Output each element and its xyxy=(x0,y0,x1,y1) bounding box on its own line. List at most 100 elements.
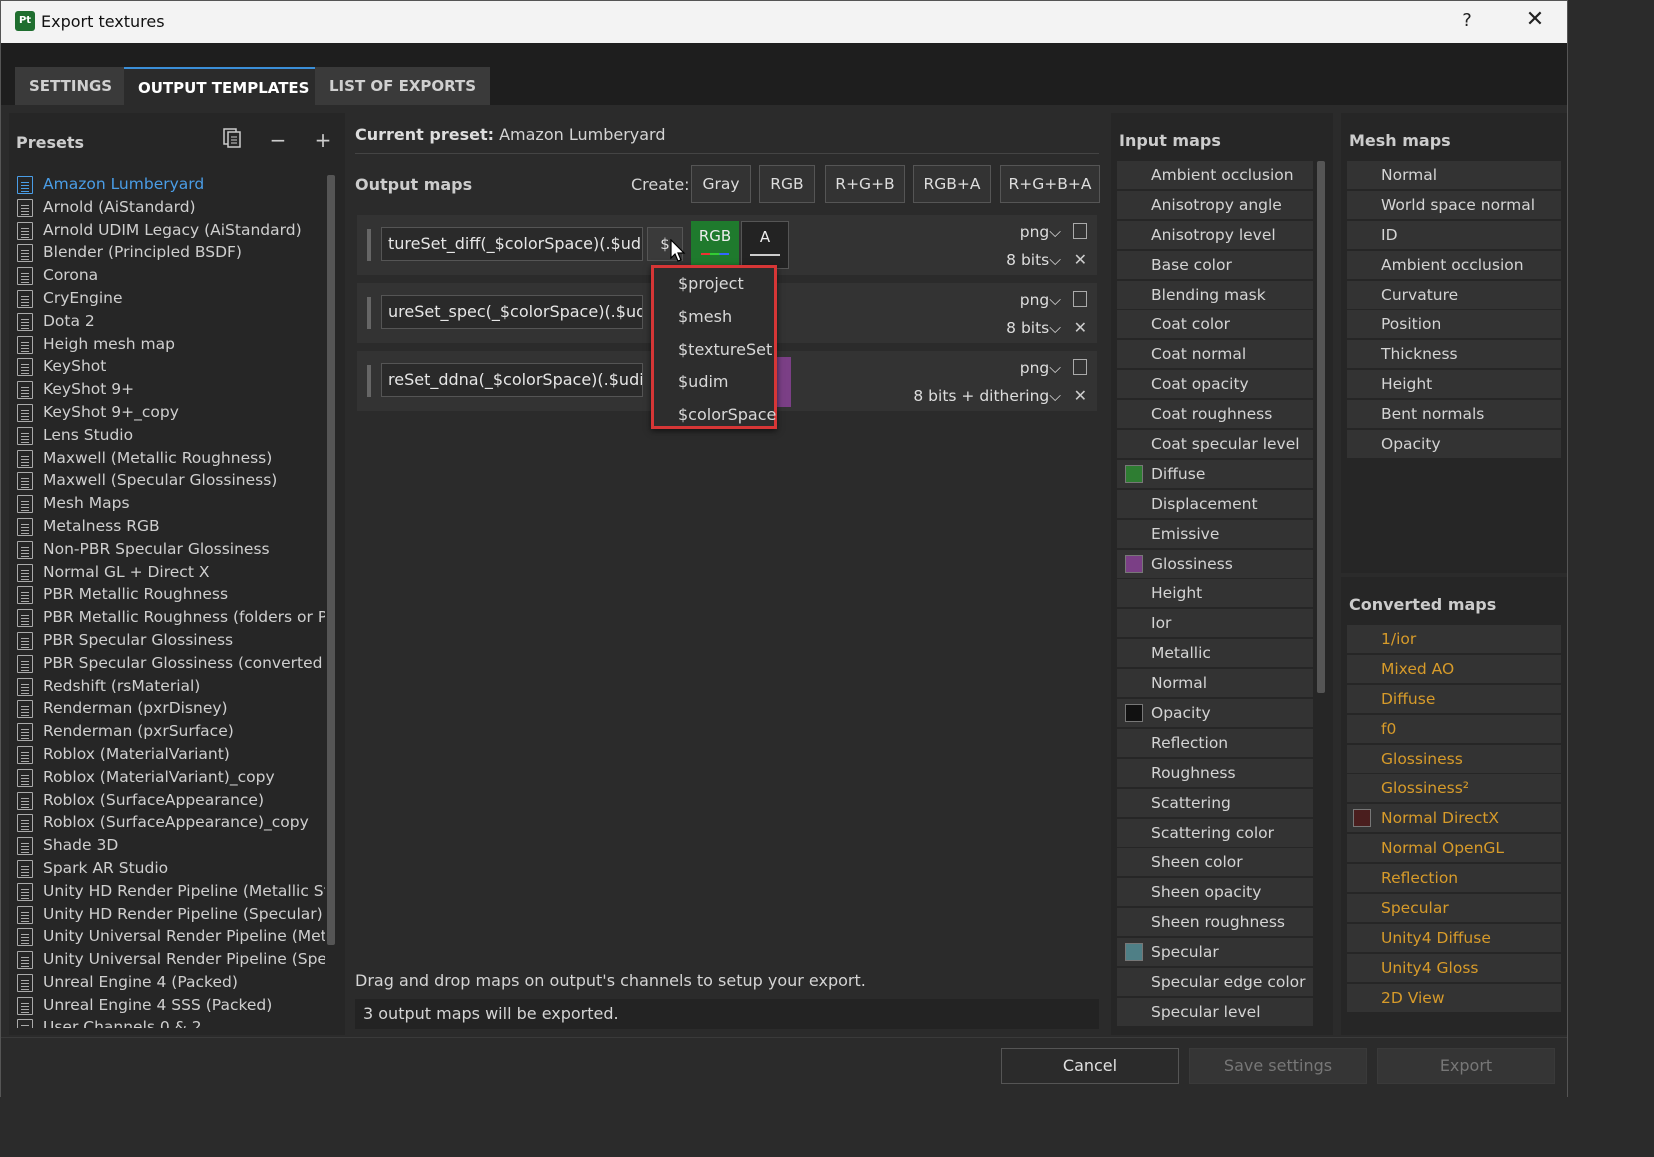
mesh-map-item[interactable]: Ambient occlusion xyxy=(1347,250,1561,279)
preset-item[interactable]: Arnold UDIM Legacy (AiStandard) xyxy=(15,219,325,242)
preset-item[interactable]: Maxwell (Specular Glossiness) xyxy=(15,469,325,492)
preset-item[interactable]: CryEngine xyxy=(15,287,325,310)
format-select[interactable]: png⌵ xyxy=(1020,291,1061,310)
bit-depth-select[interactable]: 8 bits⌵ xyxy=(1006,251,1061,270)
preset-item[interactable]: Roblox (MaterialVariant) xyxy=(15,743,325,766)
mesh-map-item[interactable]: Opacity xyxy=(1347,430,1561,459)
input-map-item[interactable]: Glossiness xyxy=(1117,549,1313,578)
tab-settings[interactable]: SETTINGS xyxy=(15,67,127,105)
mesh-map-item[interactable]: ID xyxy=(1347,220,1561,249)
input-map-item[interactable]: Anisotropy angle xyxy=(1117,190,1313,219)
file-settings-icon[interactable] xyxy=(1073,291,1087,307)
converted-map-item[interactable]: Mixed AO xyxy=(1347,654,1561,683)
input-map-item[interactable]: Ambient occlusion xyxy=(1117,161,1313,189)
channel-glossiness-indicator[interactable] xyxy=(777,357,791,407)
preset-item[interactable]: Roblox (MaterialVariant)_copy xyxy=(15,766,325,789)
create-rgb-button[interactable]: RGB xyxy=(759,165,815,203)
input-map-item[interactable]: Sheen roughness xyxy=(1117,908,1313,937)
input-maps-scrollbar[interactable] xyxy=(1317,161,1325,693)
preset-item[interactable]: Metalness RGB xyxy=(15,515,325,538)
output-filename-field[interactable]: tureSet_diff(_$colorSpace)(.$udim) xyxy=(381,227,643,261)
input-map-item[interactable]: Anisotropy level xyxy=(1117,220,1313,249)
create-r-g-b-button[interactable]: R+G+B xyxy=(825,165,905,203)
preset-item[interactable]: Mesh Maps xyxy=(15,492,325,515)
preset-item[interactable]: Unreal Engine 4 SSS (Packed) xyxy=(15,994,325,1017)
preset-item[interactable]: PBR Metallic Roughness xyxy=(15,583,325,606)
create-rgb-a-button[interactable]: RGB+A xyxy=(913,165,991,203)
channel-a[interactable]: A xyxy=(741,221,789,269)
converted-map-item[interactable]: Unity4 Gloss xyxy=(1347,953,1561,982)
input-map-item[interactable]: Sheen color xyxy=(1117,848,1313,877)
preset-item[interactable]: Dota 2 xyxy=(15,310,325,333)
drag-handle[interactable] xyxy=(367,229,371,261)
preset-item[interactable]: Unity Universal Render Pipeline (Spec... xyxy=(15,948,325,971)
preset-item[interactable]: Amazon Lumberyard xyxy=(15,173,325,196)
preset-item[interactable]: User Channels 0 & 2 xyxy=(15,1016,325,1028)
format-select[interactable]: png⌵ xyxy=(1020,359,1061,378)
remove-output-icon[interactable]: ✕ xyxy=(1074,250,1087,269)
add-preset-button[interactable]: + xyxy=(310,127,336,153)
input-map-item[interactable]: Roughness xyxy=(1117,758,1313,787)
menu-item-textureset[interactable]: $textureSet xyxy=(654,334,774,367)
remove-preset-button[interactable]: − xyxy=(265,127,291,153)
menu-item-mesh[interactable]: $mesh xyxy=(654,301,774,334)
preset-item[interactable]: Non-PBR Specular Glossiness xyxy=(15,538,325,561)
preset-item[interactable]: Roblox (SurfaceAppearance) xyxy=(15,789,325,812)
input-map-item[interactable]: Scattering color xyxy=(1117,818,1313,847)
input-map-item[interactable]: Coat opacity xyxy=(1117,370,1313,399)
input-map-item[interactable]: Normal xyxy=(1117,669,1313,698)
preset-item[interactable]: Maxwell (Metallic Roughness) xyxy=(15,447,325,470)
input-map-item[interactable]: Coat normal xyxy=(1117,340,1313,369)
tab-list-of-exports[interactable]: LIST OF EXPORTS xyxy=(315,67,491,105)
input-map-item[interactable]: Emissive xyxy=(1117,519,1313,548)
input-map-item[interactable]: Ior xyxy=(1117,609,1313,638)
mesh-map-item[interactable]: Thickness xyxy=(1347,340,1561,369)
preset-item[interactable]: Spark AR Studio xyxy=(15,857,325,880)
input-map-item[interactable]: Height xyxy=(1117,579,1313,608)
converted-map-item[interactable]: 1/ior xyxy=(1347,625,1561,653)
preset-item[interactable]: Unity Universal Render Pipeline (Metal..… xyxy=(15,925,325,948)
tab-output-templates[interactable]: OUTPUT TEMPLATES xyxy=(124,67,324,105)
input-map-item[interactable]: Specular xyxy=(1117,938,1313,967)
preset-item[interactable]: Lens Studio xyxy=(15,424,325,447)
drag-handle[interactable] xyxy=(367,365,371,397)
bit-depth-select[interactable]: 8 bits⌵ xyxy=(1006,319,1061,338)
preset-item[interactable]: Blender (Principled BSDF) xyxy=(15,241,325,264)
input-map-item[interactable]: Coat specular level xyxy=(1117,430,1313,459)
input-map-item[interactable]: Specular level xyxy=(1117,997,1313,1026)
preset-item[interactable]: PBR Specular Glossiness xyxy=(15,629,325,652)
converted-map-item[interactable]: Diffuse xyxy=(1347,684,1561,713)
file-settings-icon[interactable] xyxy=(1073,223,1087,239)
converted-map-item[interactable]: Glossiness² xyxy=(1347,774,1561,803)
input-map-item[interactable]: Metallic xyxy=(1117,639,1313,668)
save-settings-button[interactable]: Save settings xyxy=(1189,1048,1367,1084)
mesh-map-item[interactable]: Position xyxy=(1347,310,1561,339)
preset-item[interactable]: Heigh mesh map xyxy=(15,333,325,356)
input-map-item[interactable]: Scattering xyxy=(1117,788,1313,817)
menu-item-udim[interactable]: $udim xyxy=(654,366,774,399)
converted-map-item[interactable]: f0 xyxy=(1347,714,1561,743)
help-button[interactable]: ? xyxy=(1455,10,1479,31)
preset-item[interactable]: Shade 3D xyxy=(15,834,325,857)
preset-item[interactable]: Unity HD Render Pipeline (Metallic Sta..… xyxy=(15,880,325,903)
output-filename-field[interactable]: reSet_ddna(_$colorSpace)(.$udim) xyxy=(381,363,643,397)
preset-item[interactable]: Renderman (pxrDisney) xyxy=(15,697,325,720)
preset-item[interactable]: Normal GL + Direct X xyxy=(15,561,325,584)
converted-map-item[interactable]: Glossiness xyxy=(1347,744,1561,773)
remove-output-icon[interactable]: ✕ xyxy=(1074,386,1087,405)
preset-item[interactable]: Redshift (rsMaterial) xyxy=(15,675,325,698)
input-map-item[interactable]: Coat color xyxy=(1117,310,1313,339)
input-map-item[interactable]: Base color xyxy=(1117,250,1313,279)
mesh-map-item[interactable]: Height xyxy=(1347,370,1561,399)
mesh-map-item[interactable]: Bent normals xyxy=(1347,400,1561,429)
output-filename-field[interactable]: ureSet_spec(_$colorSpace)(.$udim) xyxy=(381,295,643,329)
input-map-item[interactable]: Coat roughness xyxy=(1117,400,1313,429)
preset-item[interactable]: Arnold (AiStandard) xyxy=(15,196,325,219)
converted-map-item[interactable]: 2D View xyxy=(1347,983,1561,1012)
input-map-item[interactable]: Blending mask xyxy=(1117,280,1313,309)
preset-item[interactable]: Unity HD Render Pipeline (Specular) xyxy=(15,903,325,926)
remove-output-icon[interactable]: ✕ xyxy=(1074,318,1087,337)
preset-item[interactable]: PBR Specular Glossiness (converted fr... xyxy=(15,652,325,675)
file-settings-icon[interactable] xyxy=(1073,359,1087,375)
close-button[interactable]: ✕ xyxy=(1521,7,1549,32)
